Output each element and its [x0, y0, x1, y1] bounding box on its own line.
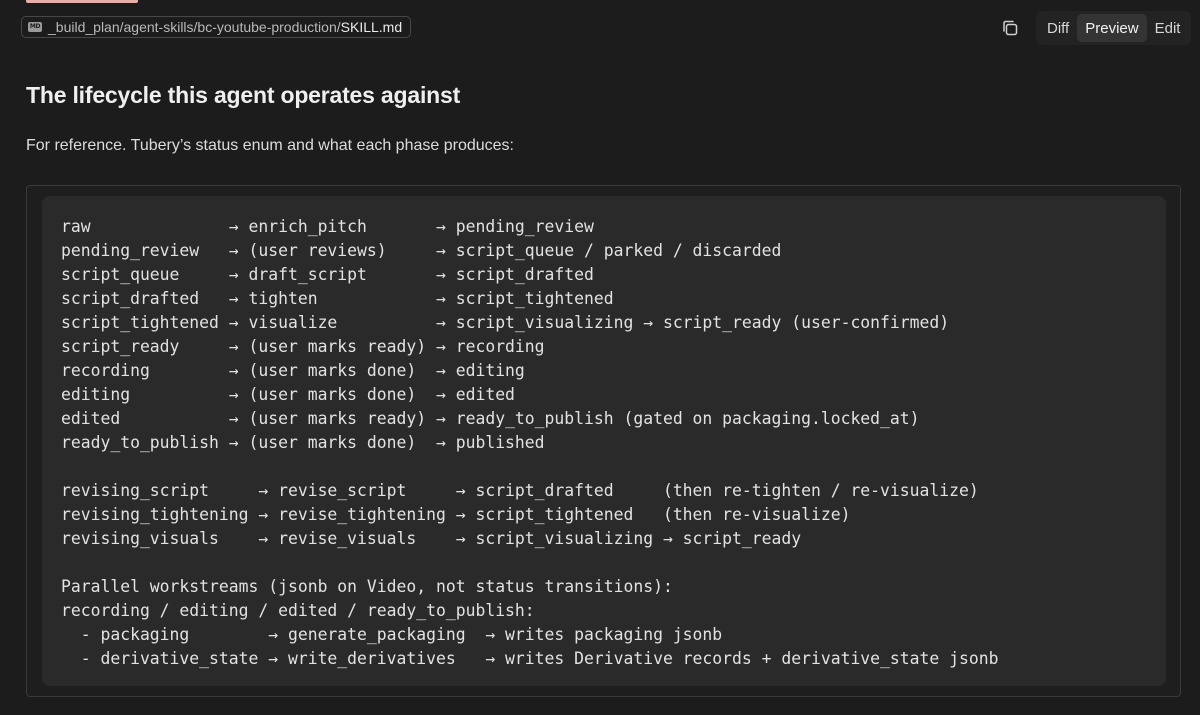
active-tab-indicator	[26, 0, 138, 3]
code-line: recording → (user marks done) → editing	[61, 361, 525, 380]
code-line: recording / editing / edited / ready_to_…	[61, 601, 535, 620]
file-path-breadcrumb[interactable]: MD _build_plan/agent-skills/bc-youtube-p…	[21, 16, 412, 38]
code-text[interactable]: raw → enrich_pitch → pending_review pend…	[61, 215, 998, 671]
file-directory: _build_plan/agent-skills/bc-youtube-prod…	[48, 19, 341, 35]
file-path-label: _build_plan/agent-skills/bc-youtube-prod…	[48, 19, 402, 35]
view-mode-tabs: Diff Preview Edit	[1036, 11, 1192, 45]
code-line: pending_review → (user reviews) → script…	[61, 241, 782, 260]
file-name: SKILL.md	[340, 19, 403, 35]
section-heading: The lifecycle this agent operates agains…	[26, 82, 461, 108]
code-line: - derivative_state → write_derivatives →…	[61, 649, 999, 668]
code-block: raw → enrich_pitch → pending_review pend…	[42, 196, 1166, 686]
code-line: script_drafted → tighten → script_tighte…	[61, 289, 614, 308]
tab-diff[interactable]: Diff	[1039, 14, 1077, 42]
copy-icon	[1003, 20, 1018, 36]
code-line: revising_tightening → revise_tightening …	[61, 505, 851, 524]
code-line: revising_visuals → revise_visuals → scri…	[61, 529, 802, 548]
tab-preview[interactable]: Preview	[1077, 14, 1147, 42]
code-block-container: raw → enrich_pitch → pending_review pend…	[26, 185, 1181, 697]
code-line: Parallel workstreams (jsonb on Video, no…	[61, 577, 673, 596]
markdown-icon: MD	[28, 22, 42, 32]
code-line: ready_to_publish → (user marks done) → p…	[61, 433, 545, 452]
code-line: revising_script → revise_script → script…	[61, 481, 979, 500]
copy-button[interactable]	[1000, 18, 1020, 38]
code-line: raw → enrich_pitch → pending_review	[61, 217, 594, 236]
tab-edit[interactable]: Edit	[1147, 14, 1189, 42]
code-line: edited → (user marks ready) → ready_to_p…	[61, 409, 920, 428]
code-line: editing → (user marks done) → edited	[61, 385, 515, 404]
intro-paragraph: For reference. Tubery’s status enum and …	[26, 137, 514, 154]
code-line: script_queue → draft_script → script_dra…	[61, 265, 594, 284]
code-line: script_ready → (user marks ready) → reco…	[61, 337, 545, 356]
code-line: script_tightened → visualize → script_vi…	[61, 313, 950, 332]
code-line: - packaging → generate_packaging → write…	[61, 625, 723, 644]
